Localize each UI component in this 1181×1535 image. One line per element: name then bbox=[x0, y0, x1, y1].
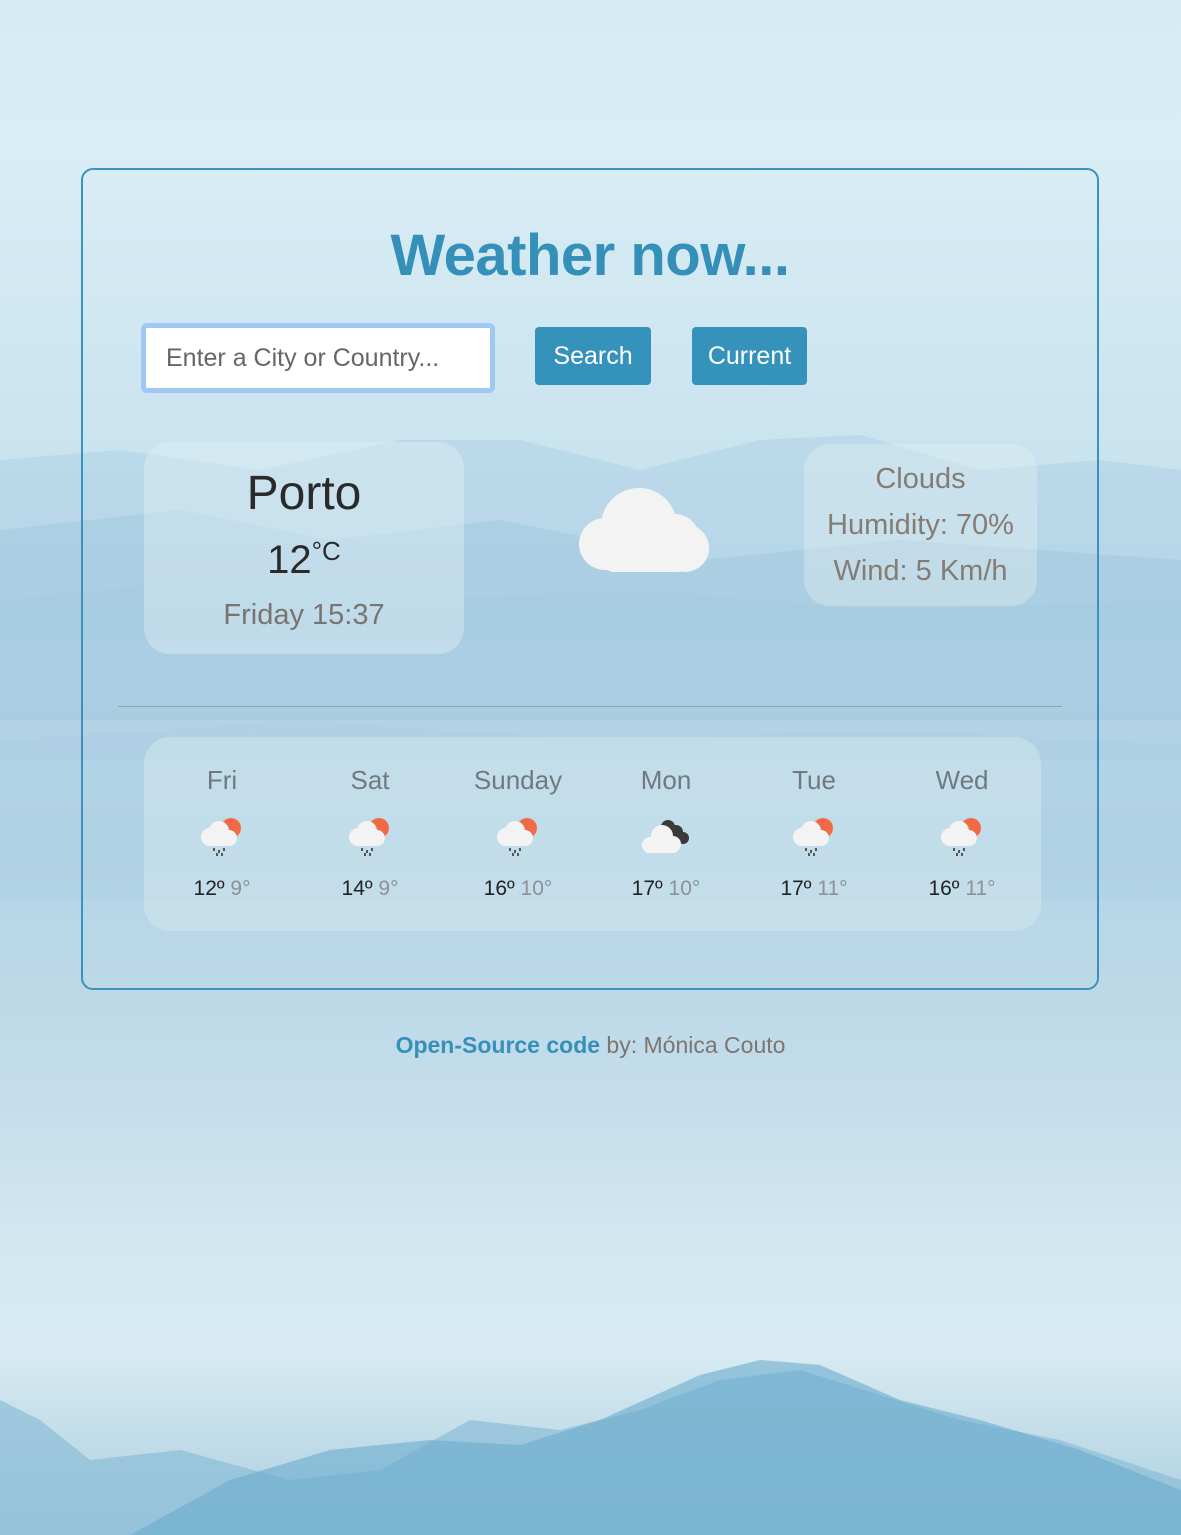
open-source-link[interactable]: Open-Source code bbox=[396, 1032, 600, 1058]
forecast-max: 17º bbox=[780, 877, 812, 900]
forecast-max: 16º bbox=[483, 877, 515, 900]
forecast-day-name: Sunday bbox=[473, 765, 563, 795]
forecast-min: 9° bbox=[378, 877, 399, 900]
forecast-temps: 16º 11° bbox=[888, 877, 1036, 901]
city-search-input[interactable] bbox=[141, 323, 495, 393]
forecast-min: 9° bbox=[230, 877, 251, 900]
temperature-unit: °C bbox=[311, 536, 341, 566]
forecast-max: 17º bbox=[631, 877, 663, 900]
weather-details-panel: Clouds Humidity: 70% Wind: 5 Km/h bbox=[804, 444, 1037, 606]
current-datetime: Friday 15:37 bbox=[223, 599, 385, 631]
weather-card: Weather now... Search Current Porto 12°C… bbox=[81, 168, 1099, 990]
forecast-day-name: Fri bbox=[206, 765, 238, 795]
forecast-max: 14º bbox=[341, 877, 373, 900]
forecast-day-name: Wed bbox=[935, 765, 989, 795]
broken-clouds-icon bbox=[642, 820, 689, 853]
forecast-temps: 17º 10° bbox=[592, 877, 740, 901]
forecast-temps: 16º 10° bbox=[444, 877, 592, 901]
temperature-value: 12 bbox=[267, 538, 312, 582]
forecast-temps: 12º 9° bbox=[148, 877, 296, 901]
humidity-value: Humidity: 70% bbox=[827, 509, 1014, 541]
forecast-day-name: Sat bbox=[350, 765, 390, 795]
cloud-icon bbox=[579, 488, 709, 572]
author-credit: by: Mónica Couto bbox=[600, 1032, 786, 1058]
forecast-max: 16º bbox=[928, 877, 960, 900]
forecast-day-name: Tue bbox=[792, 765, 836, 795]
wind-value: Wind: 5 Km/h bbox=[833, 555, 1008, 587]
rain-sun-icon bbox=[201, 818, 241, 856]
forecast-max: 12º bbox=[193, 877, 225, 900]
weather-description: Clouds bbox=[875, 463, 966, 495]
forecast-min: 11° bbox=[817, 877, 848, 900]
forecast-min: 11° bbox=[965, 877, 996, 900]
forecast-panel: Fri 12º 9° Sat 14º 9° Sunday 16º 10° Mon… bbox=[144, 737, 1041, 931]
rain-sun-icon bbox=[497, 818, 537, 856]
forecast-temps: 14º 9° bbox=[296, 877, 444, 901]
current-city-panel: Porto 12°C Friday 15:37 bbox=[144, 442, 464, 654]
section-divider bbox=[118, 706, 1062, 707]
rain-sun-icon bbox=[793, 818, 833, 856]
footer: Open-Source code by: Mónica Couto bbox=[0, 1032, 1181, 1059]
search-button[interactable]: Search bbox=[535, 327, 651, 385]
rain-sun-icon bbox=[941, 818, 981, 856]
forecast-min: 10° bbox=[520, 877, 553, 900]
forecast-temps: 17º 11° bbox=[740, 877, 888, 901]
rain-sun-icon bbox=[349, 818, 389, 856]
current-location-button[interactable]: Current bbox=[692, 327, 807, 385]
page-title: Weather now... bbox=[390, 223, 790, 288]
current-temperature: 12°C bbox=[144, 536, 464, 583]
forecast-min: 10° bbox=[668, 877, 701, 900]
forecast-day-name: Mon bbox=[640, 765, 692, 795]
city-name: Porto bbox=[246, 467, 362, 520]
